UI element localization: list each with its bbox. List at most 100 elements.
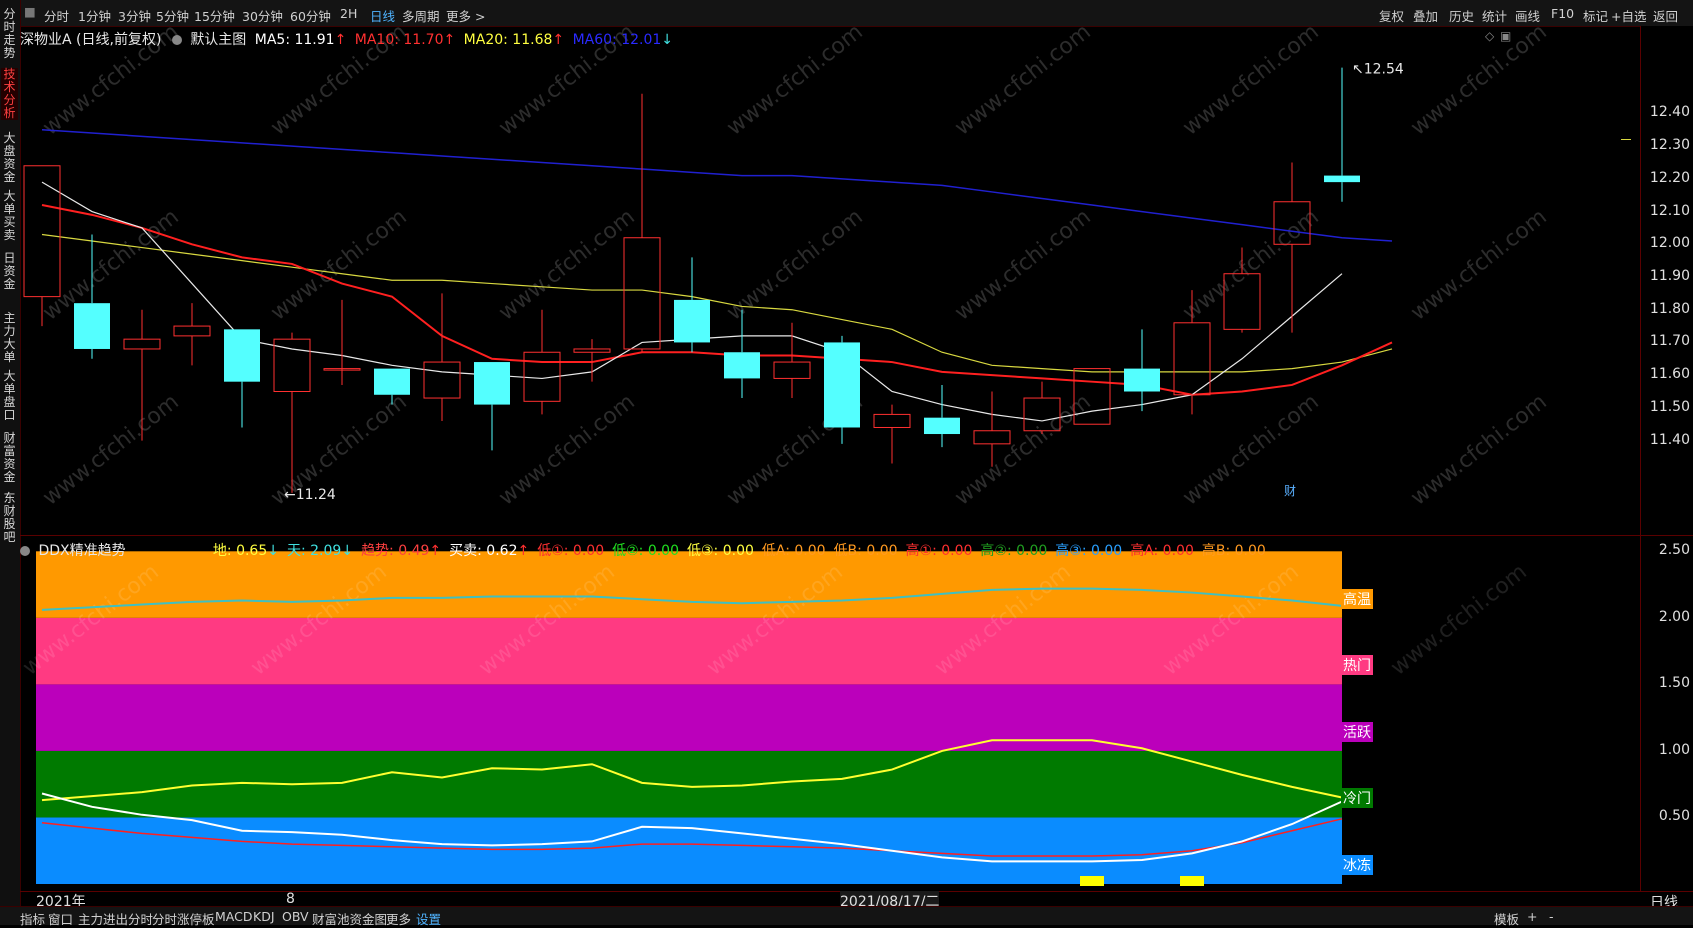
window-icon[interactable]: ▣	[1500, 29, 1511, 43]
candle-body	[824, 342, 860, 428]
main-chart[interactable]: www.cfchi.com www.cfchi.com www.cfchi.com w…	[20, 19, 1640, 536]
side-tab-0[interactable]: 分时走势	[1, 8, 18, 60]
toolbar-right-1[interactable]: 叠加	[1413, 6, 1438, 25]
candle	[224, 329, 260, 428]
period-4[interactable]: 15分钟	[194, 6, 235, 25]
time-label-1: 8	[286, 891, 295, 907]
ddx-svg[interactable]: www.cfchi.com www.cfchi.com www.cfchi.com w…	[18, 536, 1640, 892]
indicator-dot-icon[interactable]	[20, 546, 30, 556]
period-6[interactable]: 60分钟	[290, 6, 331, 25]
zone-band	[36, 617, 1342, 685]
zone-label-3: 冷门	[1341, 788, 1373, 809]
candle-body	[224, 329, 260, 382]
bottom-tab-0[interactable]: 指标	[20, 909, 45, 928]
watermark-text: www.cfchi.com	[1386, 559, 1531, 680]
bottom-tab-7[interactable]: 财富池资金图	[312, 909, 387, 928]
zone-label-4: 冰冻	[1341, 854, 1373, 875]
period-7[interactable]: 2H	[340, 6, 357, 21]
toolbar-right-7[interactable]: +自选	[1611, 6, 1646, 25]
template-dot-icon[interactable]	[171, 35, 182, 45]
candle	[873, 404, 911, 464]
ddx-value-8: 低B: 0.00	[833, 543, 898, 559]
ddx-tick: 1.50	[1658, 675, 1690, 692]
price-tick: 12.10	[1649, 202, 1690, 219]
low-mark: ←11.24	[284, 487, 336, 503]
bottom-right-1[interactable]: +	[1527, 909, 1537, 924]
watermark-layer: www.cfchi.com www.cfchi.com www.cfchi.com w…	[38, 19, 1551, 510]
candle-body	[623, 237, 661, 350]
candle	[674, 257, 710, 353]
candle-body	[123, 338, 161, 350]
toolbar-right-0[interactable]: 复权	[1379, 6, 1404, 25]
watermark-text: www.cfchi.com	[1406, 26, 1551, 141]
period-10[interactable]: 更多 >	[446, 6, 485, 25]
bottom-tab-5[interactable]: KDJ	[253, 909, 275, 924]
watermark-text: www.cfchi.com	[266, 204, 411, 325]
period-8[interactable]: 日线	[370, 6, 395, 25]
side-tab-6[interactable]: 大单盘口	[1, 370, 18, 422]
ma-value-0: MA5: 11.91	[254, 32, 335, 48]
side-tab-3[interactable]: 大单买卖	[1, 190, 18, 242]
candle	[173, 303, 211, 366]
watermark-text: www.cfchi.com	[494, 389, 639, 510]
period-1[interactable]: 1分钟	[78, 6, 111, 25]
toolbar-right-6[interactable]: 标记	[1583, 6, 1608, 25]
period-9[interactable]: 多周期	[402, 6, 440, 25]
main-legend: 深物业A (日线,前复权) 默认主图 MA5: 11.91↑ MA10: 11.…	[20, 29, 673, 49]
candle-body	[1173, 322, 1211, 396]
toolbar-right-2[interactable]: 历史	[1449, 6, 1474, 25]
bottom-tab-8[interactable]: 更多	[386, 909, 411, 928]
candle	[323, 299, 361, 385]
zone-band	[36, 551, 1342, 618]
ddx-legend: DDX精准趋势 地: 0.65↓ 天: 2.09↓ 趋势: 0.49↑ 买卖: 0.6…	[20, 540, 1274, 560]
bottom-right-0[interactable]: 模板	[1494, 909, 1519, 928]
ma-arrow-1: ↑	[443, 32, 456, 48]
side-tab-8[interactable]: 东财股吧	[1, 492, 18, 544]
candle	[474, 362, 510, 451]
candle	[1124, 329, 1160, 412]
ddx-tick: 2.00	[1658, 608, 1690, 625]
candle-body	[773, 361, 811, 379]
ddx-chart[interactable]: www.cfchi.com www.cfchi.com www.cfchi.com w…	[18, 536, 1640, 892]
side-tab-1[interactable]: 技术分析	[1, 68, 18, 120]
side-tab-5[interactable]: 主力大单	[1, 312, 18, 364]
bottom-tab-1[interactable]: 窗口	[48, 909, 73, 928]
side-tab-2[interactable]: 大盘资金	[1, 132, 18, 184]
ddx-value-3: 买卖: 0.62	[449, 543, 518, 559]
price-tick: 11.50	[1649, 398, 1690, 415]
candle-body	[1324, 175, 1360, 183]
side-tab-7[interactable]: 财富资金	[1, 432, 18, 484]
bottom-tab-2[interactable]: 主力进出分时	[78, 909, 153, 928]
price-tick: 11.80	[1649, 300, 1690, 317]
price-tick: 11.90	[1649, 268, 1690, 284]
candle-body	[724, 352, 760, 379]
diamond-icon[interactable]: ◇	[1485, 29, 1494, 43]
period-5[interactable]: 30分钟	[242, 6, 283, 25]
indicator-title[interactable]: DDX精准趋势	[38, 540, 208, 560]
price-tick: 12.00	[1649, 235, 1690, 252]
bottom-tab-6[interactable]: OBV	[282, 909, 309, 924]
ddx-value-6: 低③: 0.00	[687, 543, 754, 559]
side-tabs: 分时走势技术分析大盘资金大单买卖日资金主力大单大单盘口财富资金东财股吧	[0, 0, 21, 924]
period-toolbar: ■ 分时 1分钟 3分钟 5分钟 15分钟 30分钟 60分钟 2H 日线 多周期 更多 > 复权 叠加历…	[0, 0, 1693, 27]
bottom-tab-4[interactable]: MACD	[215, 909, 252, 924]
period-0[interactable]: 分时	[44, 6, 69, 25]
period-2[interactable]: 3分钟	[118, 6, 151, 25]
ddx-value-2: 趋势: 0.49	[361, 543, 430, 559]
candlestick-chart[interactable]: www.cfchi.com www.cfchi.com www.cfchi.com w…	[20, 19, 1640, 536]
toolbar-grip-icon[interactable]: ■	[24, 4, 36, 19]
toolbar-right-8[interactable]: 返回	[1653, 6, 1678, 25]
bottom-tab-3[interactable]: 分时涨停板	[152, 909, 215, 928]
toolbar-right-4[interactable]: 画线	[1515, 6, 1540, 25]
ma-value-3: MA60: 12.01	[568, 32, 662, 48]
bottom-right-2[interactable]: -	[1549, 909, 1554, 924]
toolbar-right-3[interactable]: 统计	[1482, 6, 1507, 25]
cai-badge[interactable]: 财	[1284, 482, 1296, 499]
period-3[interactable]: 5分钟	[156, 6, 189, 25]
bottom-tab-9[interactable]: 设置	[416, 909, 441, 928]
watermark-text: www.cfchi.com	[1178, 26, 1323, 141]
watermark-text: www.cfchi.com	[1406, 389, 1551, 510]
template-name[interactable]: 默认主图	[190, 32, 246, 48]
toolbar-right-5[interactable]: F10	[1551, 6, 1574, 21]
side-tab-4[interactable]: 日资金	[1, 252, 18, 304]
